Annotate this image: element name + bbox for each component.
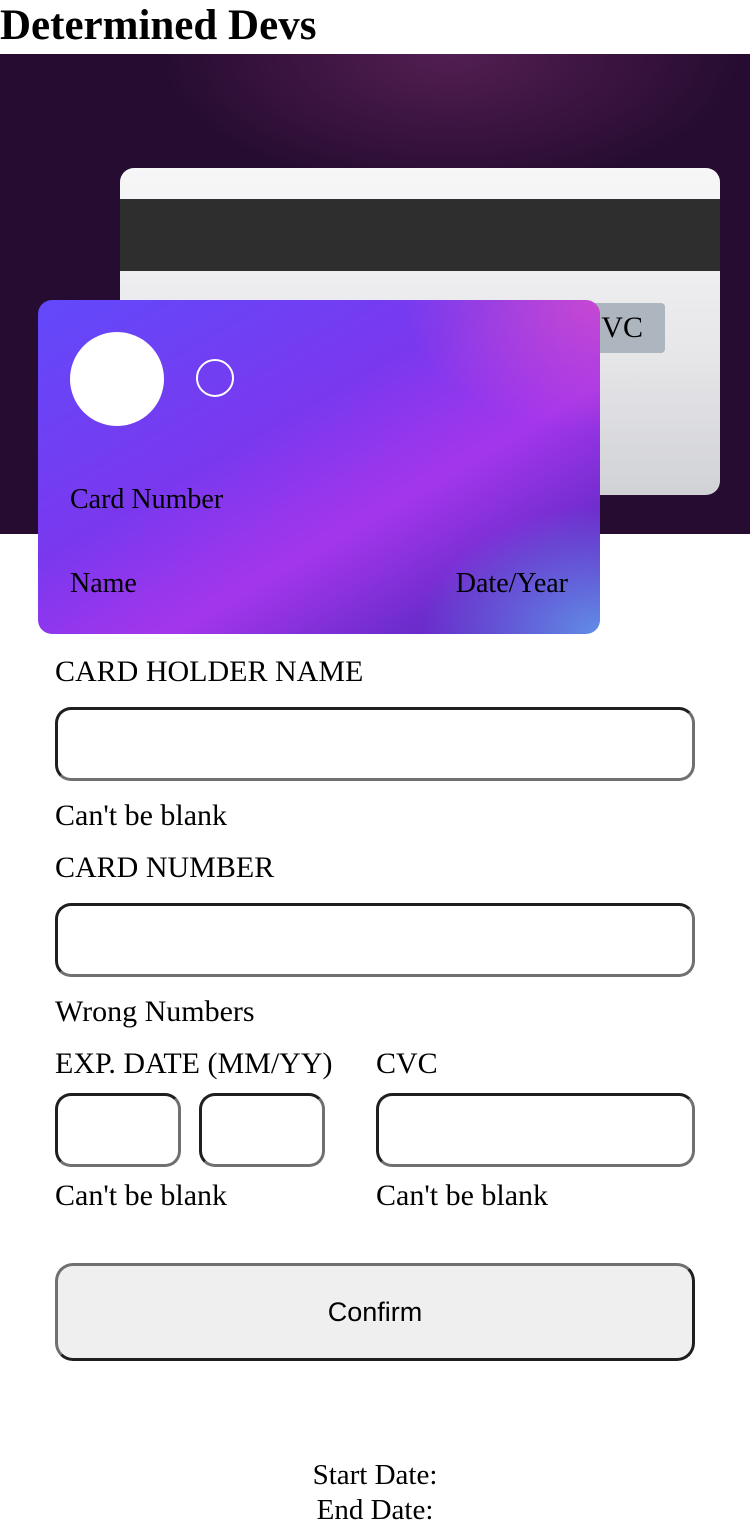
card-name-display: Name bbox=[70, 568, 137, 599]
cardholder-name-input[interactable] bbox=[55, 707, 695, 781]
card-number-display: Card Number bbox=[70, 484, 224, 515]
card-number-label: CARD NUMBER bbox=[55, 851, 275, 884]
cvc-label: CVC bbox=[376, 1047, 438, 1080]
card-number-error: Wrong Numbers bbox=[55, 995, 255, 1028]
exp-date-label: EXP. DATE (MM/YY) bbox=[55, 1047, 333, 1080]
cardholder-name-label: CARD HOLDER NAME bbox=[55, 655, 364, 688]
card-front: Card Number Name Date/Year bbox=[38, 300, 600, 634]
confirm-button[interactable]: Confirm bbox=[55, 1263, 695, 1361]
cardholder-name-error: Can't be blank bbox=[55, 799, 228, 832]
exp-year-input[interactable] bbox=[199, 1093, 325, 1167]
cvc-error: Can't be blank bbox=[376, 1179, 549, 1212]
card-logo-ring-icon bbox=[196, 359, 234, 397]
end-date-text: End Date: bbox=[316, 1494, 434, 1526]
card-number-input[interactable] bbox=[55, 903, 695, 977]
cvc-input[interactable] bbox=[376, 1093, 695, 1167]
site-title: Determined Devs bbox=[0, 2, 317, 49]
magnetic-stripe bbox=[120, 199, 720, 271]
exp-month-input[interactable] bbox=[55, 1093, 181, 1167]
exp-date-error: Can't be blank bbox=[55, 1179, 228, 1212]
card-date-display: Date/Year bbox=[455, 568, 568, 599]
start-date-text: Start Date: bbox=[312, 1459, 438, 1491]
card-logo-circle-icon bbox=[70, 332, 164, 426]
